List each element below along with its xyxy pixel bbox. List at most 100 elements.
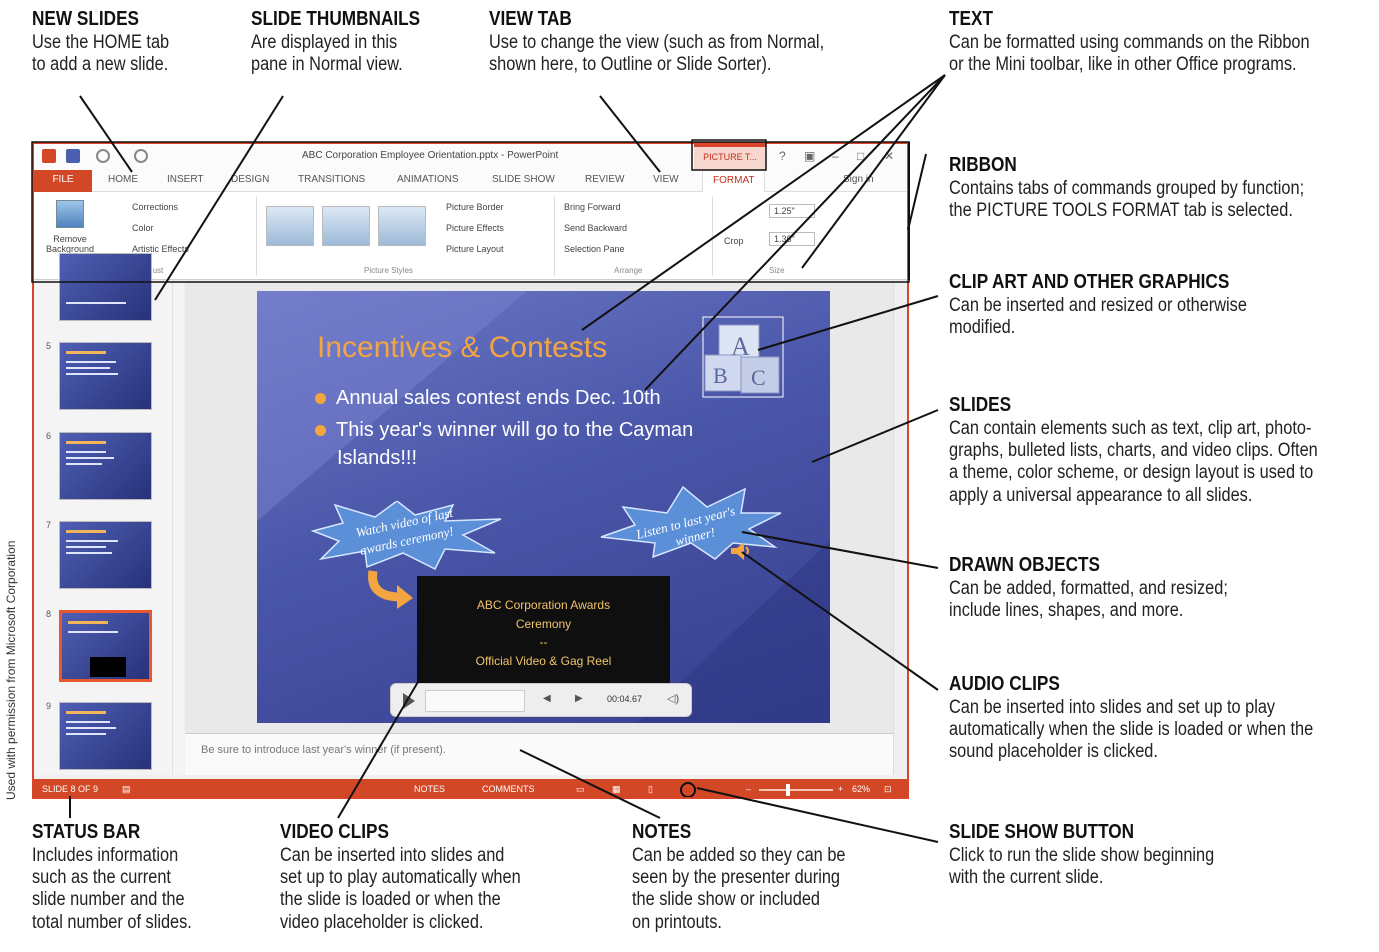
rewind-icon[interactable]: ◀ xyxy=(543,693,551,704)
save-icon[interactable] xyxy=(66,149,80,163)
group-label-picture-styles: Picture Styles xyxy=(364,266,413,275)
normal-view-icon[interactable]: ▭ xyxy=(576,784,585,795)
send-backward-button[interactable]: Send Backward xyxy=(564,223,627,233)
svg-text:B: B xyxy=(713,363,728,388)
forward-icon[interactable]: ▶ xyxy=(575,693,583,704)
callout-body: Includes information such as the current… xyxy=(32,844,192,933)
group-label-arrange: Arrange xyxy=(614,266,643,275)
thumbnail-scrollbar[interactable] xyxy=(172,281,184,775)
minimize-icon[interactable]: – xyxy=(832,149,839,163)
bullet-text: This year's winner will go to the Cayman xyxy=(336,419,694,441)
slide-thumbnail-selected[interactable] xyxy=(59,610,152,682)
callout-new-slides: NEW SLIDES Use the HOME tab to add a new… xyxy=(32,8,191,76)
fit-to-window-icon[interactable]: ⊡ xyxy=(884,784,892,795)
sign-in-link[interactable]: Sign in xyxy=(843,174,874,185)
callout-slides: SLIDES Can contain elements such as text… xyxy=(949,394,1378,507)
slide-thumbnail[interactable] xyxy=(59,702,152,770)
picture-style-option[interactable] xyxy=(378,206,426,246)
zoom-slider-thumb[interactable] xyxy=(786,784,790,796)
reading-view-icon[interactable]: ▯ xyxy=(648,784,653,795)
title-bar: ABC Corporation Employee Orientation.ppt… xyxy=(34,144,907,170)
picture-style-option[interactable] xyxy=(266,206,314,246)
slide-count: SLIDE 8 OF 9 xyxy=(42,784,99,794)
picture-layout-button[interactable]: Picture Layout xyxy=(446,244,504,254)
ribbon-display-icon[interactable]: ▣ xyxy=(804,149,815,163)
video-progress-bar[interactable] xyxy=(425,690,525,712)
group-label-size: Size xyxy=(769,266,785,275)
slide-sorter-icon[interactable]: ▦ xyxy=(612,784,621,795)
spell-check-icon[interactable]: ▤ xyxy=(122,784,131,795)
tab-format[interactable]: FORMAT xyxy=(702,170,766,193)
picture-effects-button[interactable]: Picture Effects xyxy=(446,223,504,233)
corrections-button[interactable]: Corrections xyxy=(132,202,178,212)
callout-body: Contains tabs of commands grouped by fun… xyxy=(949,177,1305,221)
maximize-icon[interactable]: □ xyxy=(857,149,864,163)
slide-scrollbar[interactable] xyxy=(893,281,907,775)
slide-thumbnails-pane: 5 6 7 8 9 xyxy=(34,253,184,775)
selection-pane-button[interactable]: Selection Pane xyxy=(564,244,625,254)
tab-insert[interactable]: INSERT xyxy=(167,174,204,185)
undo-icon[interactable] xyxy=(96,149,110,163)
height-field[interactable]: 1.25" xyxy=(769,204,815,218)
callout-body: Can be inserted into slides and set up t… xyxy=(280,844,521,933)
video-placeholder[interactable]: ABC Corporation Awards Ceremony -- Offic… xyxy=(417,576,670,683)
tab-view[interactable]: VIEW xyxy=(653,174,679,185)
notes-button[interactable]: NOTES xyxy=(414,784,445,794)
slide-thumbnail[interactable] xyxy=(59,342,152,410)
slide-show-button[interactable] xyxy=(680,782,696,797)
zoom-slider[interactable] xyxy=(759,789,833,791)
tab-transitions[interactable]: TRANSITIONS xyxy=(298,174,365,185)
tab-slide-show[interactable]: SLIDE SHOW xyxy=(492,174,555,185)
comments-button[interactable]: COMMENTS xyxy=(482,784,535,794)
callout-body: Use the HOME tab to add a new slide. xyxy=(32,31,170,75)
volume-icon[interactable]: ◁) xyxy=(667,692,679,705)
tab-home[interactable]: HOME xyxy=(108,174,138,185)
play-icon[interactable] xyxy=(403,693,415,709)
tab-review[interactable]: REVIEW xyxy=(585,174,624,185)
zoom-level[interactable]: 62% xyxy=(852,784,870,794)
bullet-icon xyxy=(315,393,326,405)
picture-style-option[interactable] xyxy=(322,206,370,246)
callout-slide-thumbnails: SLIDE THUMBNAILS Are displayed in this p… xyxy=(251,8,448,76)
callout-view-tab: VIEW TAB Use to change the view (such as… xyxy=(489,8,879,76)
abc-blocks-clip-art[interactable]: A B C xyxy=(701,303,791,403)
help-icon[interactable]: ? xyxy=(779,149,786,163)
callout-body: Can be inserted into slides and set up t… xyxy=(949,696,1314,763)
width-field[interactable]: 1.36" xyxy=(769,232,815,246)
current-slide[interactable]: Incentives & Contests Annual sales conte… xyxy=(257,291,830,723)
crop-button[interactable]: Crop xyxy=(724,236,744,246)
slide-thumbnail[interactable] xyxy=(59,432,152,500)
notes-pane[interactable]: Be sure to introduce last year's winner … xyxy=(185,733,893,775)
slide-thumbnail[interactable] xyxy=(59,253,152,321)
bring-forward-button[interactable]: Bring Forward xyxy=(564,202,621,212)
video-playback-controls: ◀ ▶ 00:04.67 ◁) xyxy=(390,683,692,717)
remove-background-icon xyxy=(56,200,84,228)
redo-icon[interactable] xyxy=(134,149,148,163)
slide-bullet[interactable]: Annual sales contest ends Dec. 10th xyxy=(315,387,661,410)
callout-title: RIBBON xyxy=(949,154,1017,176)
slide-bullet[interactable]: This year's winner will go to the Cayman xyxy=(315,419,693,442)
slide-title[interactable]: Incentives & Contests xyxy=(317,331,607,365)
video-time: 00:04.67 xyxy=(607,694,643,704)
tab-animations[interactable]: ANIMATIONS xyxy=(397,174,458,185)
picture-border-button[interactable]: Picture Border xyxy=(446,202,504,212)
ribbon-tabs: FILE HOME INSERT DESIGN TRANSITIONS ANIM… xyxy=(34,170,907,193)
slide-thumbnail[interactable] xyxy=(59,521,152,589)
curved-arrow-shape[interactable] xyxy=(365,567,415,613)
audio-speaker-icon[interactable] xyxy=(728,539,752,563)
zoom-in-icon[interactable]: + xyxy=(838,784,843,794)
remove-background-button[interactable]: Remove Background xyxy=(38,234,102,254)
callout-body: Are displayed in this pane in Normal vie… xyxy=(251,31,403,75)
tab-file[interactable]: FILE xyxy=(34,170,92,192)
bullet-icon xyxy=(315,425,326,437)
zoom-out-icon[interactable]: – xyxy=(746,784,751,794)
close-icon[interactable]: ✕ xyxy=(884,149,894,163)
callout-text: TEXT Can be formatted using commands on … xyxy=(949,8,1368,76)
callout-status-bar: STATUS BAR Includes information such as … xyxy=(32,821,218,934)
picture-tools-context-tab[interactable]: PICTURE T... xyxy=(694,144,766,170)
tab-design[interactable]: DESIGN xyxy=(231,174,269,185)
color-button[interactable]: Color xyxy=(132,223,154,233)
window-title: ABC Corporation Employee Orientation.ppt… xyxy=(302,150,559,161)
notes-text[interactable]: Be sure to introduce last year's winner … xyxy=(201,744,446,756)
thumbnail-number: 9 xyxy=(46,701,52,711)
